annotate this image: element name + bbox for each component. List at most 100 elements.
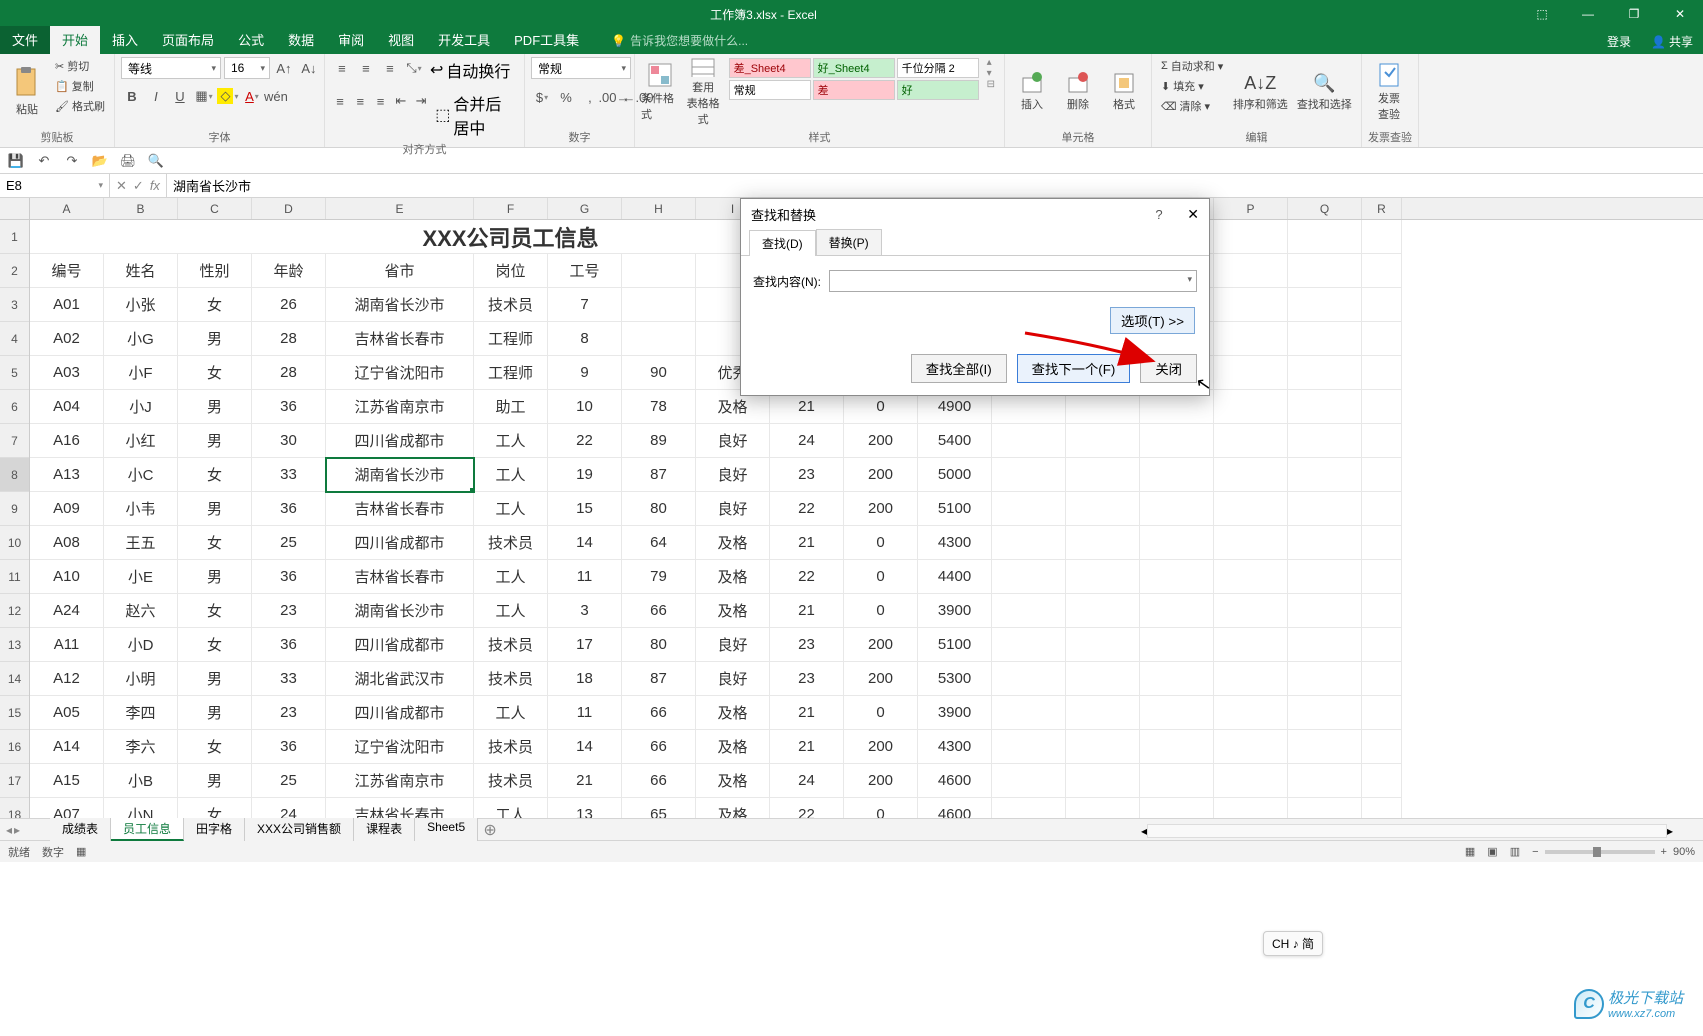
cell[interactable] xyxy=(992,662,1066,696)
data-cell[interactable]: 江苏省南京市 xyxy=(326,764,474,798)
data-cell[interactable]: 3900 xyxy=(918,696,992,730)
style-bad-sheet4[interactable]: 差_Sheet4 xyxy=(729,58,811,78)
cell[interactable] xyxy=(992,798,1066,818)
cell[interactable] xyxy=(1288,662,1362,696)
cell[interactable] xyxy=(1066,798,1140,818)
cell[interactable] xyxy=(1362,560,1402,594)
options-button[interactable]: 选项(T) >> xyxy=(1110,307,1195,334)
data-cell[interactable]: 女 xyxy=(178,288,252,322)
data-cell[interactable]: 21 xyxy=(770,526,844,560)
tab-nav-prev[interactable]: ◂ xyxy=(6,823,12,837)
cell[interactable] xyxy=(1066,628,1140,662)
data-cell[interactable]: 80 xyxy=(622,492,696,526)
data-cell[interactable]: 男 xyxy=(178,390,252,424)
data-cell[interactable]: 36 xyxy=(252,560,326,594)
data-cell[interactable]: A24 xyxy=(30,594,104,628)
cell[interactable] xyxy=(1288,492,1362,526)
data-cell[interactable]: 4600 xyxy=(918,798,992,818)
data-cell[interactable]: 4600 xyxy=(918,764,992,798)
cell[interactable] xyxy=(1362,220,1402,254)
data-cell[interactable]: 及格 xyxy=(696,594,770,628)
select-all-corner[interactable] xyxy=(0,198,29,220)
data-cell[interactable]: 王五 xyxy=(104,526,178,560)
row-header-9[interactable]: 9 xyxy=(0,492,29,526)
cell[interactable] xyxy=(992,594,1066,628)
data-cell[interactable]: 5100 xyxy=(918,628,992,662)
row-header-18[interactable]: 18 xyxy=(0,798,29,818)
data-cell[interactable]: 200 xyxy=(844,764,918,798)
cell[interactable] xyxy=(1362,492,1402,526)
col-header-Q[interactable]: Q xyxy=(1288,198,1362,219)
cell[interactable] xyxy=(1066,764,1140,798)
zoom-slider[interactable] xyxy=(1545,850,1655,854)
tab-insert[interactable]: 插入 xyxy=(100,26,150,54)
fill-color-button[interactable]: ◇ xyxy=(217,85,239,107)
cell[interactable] xyxy=(1288,730,1362,764)
data-cell[interactable]: 25 xyxy=(252,526,326,560)
cell[interactable] xyxy=(1214,458,1288,492)
data-cell[interactable]: 良好 xyxy=(696,458,770,492)
cell[interactable] xyxy=(1214,730,1288,764)
cell[interactable] xyxy=(1288,220,1362,254)
tab-review[interactable]: 审阅 xyxy=(326,26,376,54)
data-cell[interactable]: 湖南省长沙市 xyxy=(326,288,474,322)
cell[interactable] xyxy=(1140,764,1214,798)
data-cell[interactable]: 66 xyxy=(622,594,696,628)
formula-input[interactable]: 湖南省长沙市 xyxy=(167,174,1703,197)
cell[interactable] xyxy=(1362,288,1402,322)
maximize-button[interactable]: ❐ xyxy=(1611,0,1657,28)
cell[interactable] xyxy=(992,458,1066,492)
data-cell[interactable]: 四川省成都市 xyxy=(326,628,474,662)
col-header-G[interactable]: G xyxy=(548,198,622,219)
painter-button[interactable]: 🖌 格式刷 xyxy=(52,97,108,115)
view-layout-button[interactable]: ▣ xyxy=(1487,845,1497,858)
cell[interactable] xyxy=(1288,424,1362,458)
row-header-7[interactable]: 7 xyxy=(0,424,29,458)
data-cell[interactable]: 小红 xyxy=(104,424,178,458)
cell[interactable] xyxy=(1066,696,1140,730)
cell[interactable] xyxy=(1288,356,1362,390)
data-cell[interactable]: 及格 xyxy=(696,764,770,798)
cell[interactable] xyxy=(1214,628,1288,662)
cell[interactable] xyxy=(1362,662,1402,696)
copy-button[interactable]: 📋 复制 xyxy=(52,77,108,95)
data-cell[interactable]: A13 xyxy=(30,458,104,492)
data-cell[interactable]: 及格 xyxy=(696,526,770,560)
orientation-button[interactable]: ⤡ xyxy=(403,57,425,79)
cut-button[interactable]: ✂ 剪切 xyxy=(52,57,108,75)
data-cell[interactable]: A15 xyxy=(30,764,104,798)
row-header-3[interactable]: 3 xyxy=(0,288,29,322)
data-cell[interactable]: 66 xyxy=(622,730,696,764)
data-cell[interactable]: 80 xyxy=(622,628,696,662)
phonetic-button[interactable]: wén xyxy=(265,85,287,107)
data-cell[interactable]: 22 xyxy=(770,560,844,594)
view-normal-button[interactable]: ▦ xyxy=(1465,845,1475,858)
data-cell[interactable]: A05 xyxy=(30,696,104,730)
data-cell[interactable]: 男 xyxy=(178,492,252,526)
row-header-8[interactable]: 8 xyxy=(0,458,29,492)
style-good[interactable]: 好 xyxy=(897,80,979,100)
header-cell[interactable]: 省市 xyxy=(326,254,474,288)
col-header-E[interactable]: E xyxy=(326,198,474,219)
data-cell[interactable]: 5000 xyxy=(918,458,992,492)
border-button[interactable]: ▦ xyxy=(193,85,215,107)
col-header-D[interactable]: D xyxy=(252,198,326,219)
cell[interactable] xyxy=(1288,594,1362,628)
cell[interactable] xyxy=(992,424,1066,458)
cell[interactable] xyxy=(1140,458,1214,492)
data-cell[interactable]: 女 xyxy=(178,526,252,560)
data-cell[interactable]: 小韦 xyxy=(104,492,178,526)
data-cell[interactable]: 36 xyxy=(252,492,326,526)
data-cell[interactable]: 200 xyxy=(844,628,918,662)
data-cell[interactable]: 78 xyxy=(622,390,696,424)
data-cell[interactable]: 30 xyxy=(252,424,326,458)
data-cell[interactable]: 男 xyxy=(178,764,252,798)
data-cell[interactable]: 工人 xyxy=(474,560,548,594)
qat-save-icon[interactable]: 💾 xyxy=(6,151,26,171)
cell[interactable] xyxy=(992,764,1066,798)
dialog-help-button[interactable]: ? xyxy=(1149,207,1169,222)
data-cell[interactable]: 200 xyxy=(844,458,918,492)
data-cell[interactable]: 21 xyxy=(770,594,844,628)
data-cell[interactable]: 工人 xyxy=(474,458,548,492)
data-cell[interactable]: A10 xyxy=(30,560,104,594)
